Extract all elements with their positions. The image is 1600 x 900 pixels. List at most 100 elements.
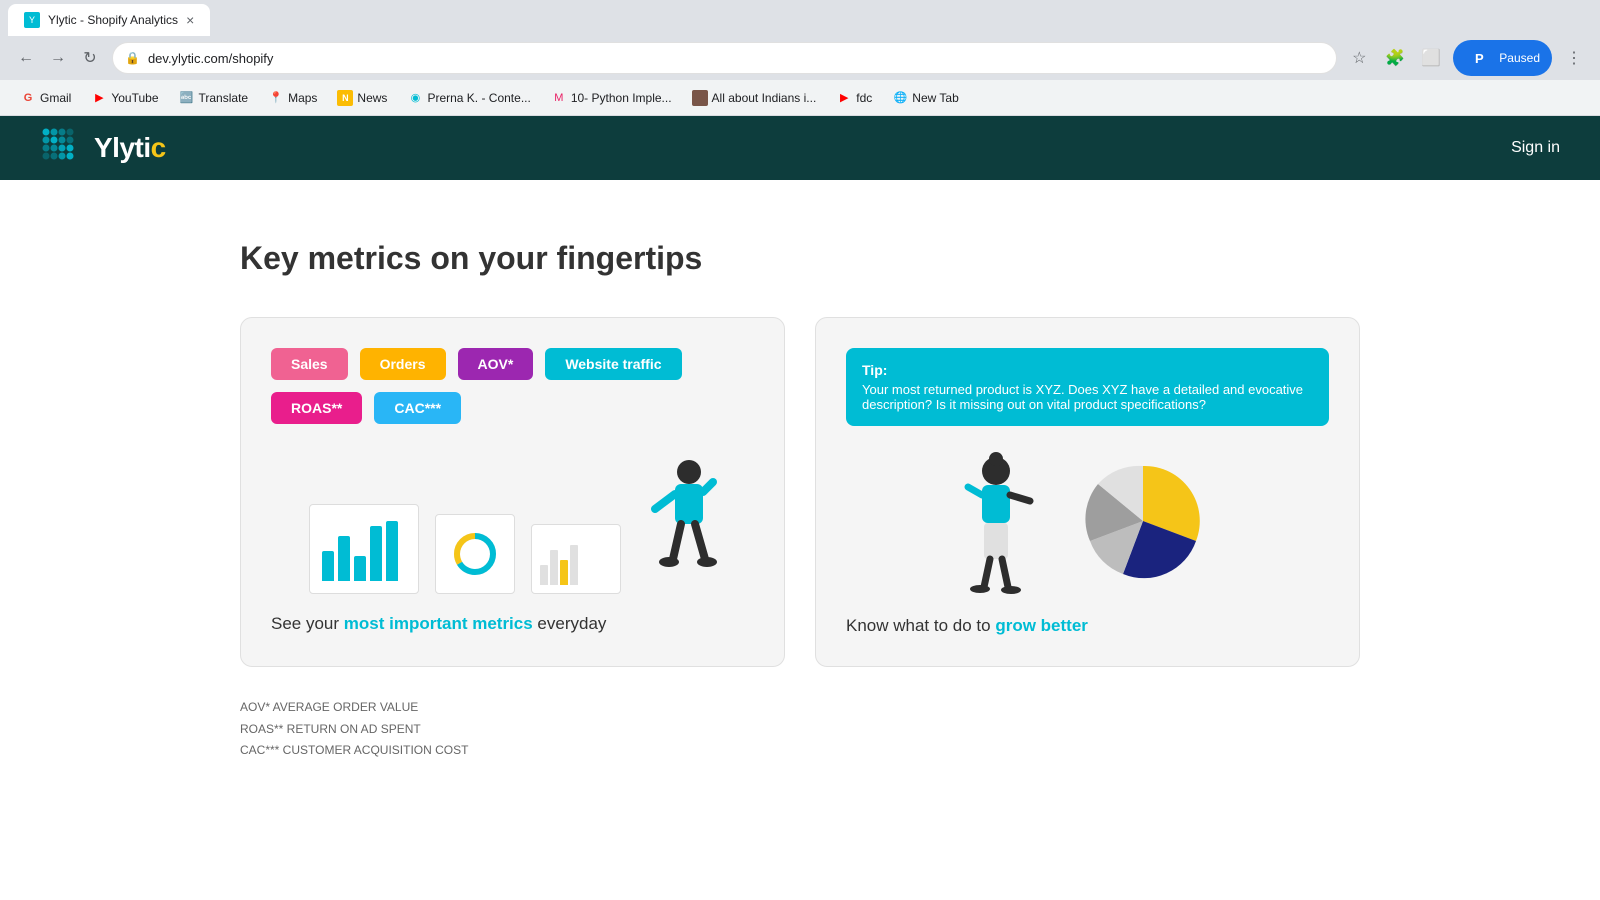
tag-sales[interactable]: Sales <box>271 348 348 380</box>
bookmark-star-icon[interactable]: ☆ <box>1345 44 1373 72</box>
bookmark-indians-label: All about Indians i... <box>712 91 817 105</box>
bookmark-prerna[interactable]: ◉ Prerna K. - Conte... <box>399 86 538 110</box>
tag-roas[interactable]: ROAS** <box>271 392 362 424</box>
card2-caption: Know what to do to grow better <box>846 616 1329 636</box>
mini-chart-widget <box>531 524 621 594</box>
bookmark-maps[interactable]: 📍 Maps <box>260 86 325 110</box>
footnote-roas: ROAS** RETURN ON AD SPENT <box>240 719 1360 741</box>
metrics-tags: Sales Orders AOV* Website traffic ROAS**… <box>271 348 754 424</box>
logo-text-yellow: c <box>151 132 166 163</box>
logo: Ylytic <box>40 126 166 170</box>
bookmark-fdc-label: fdc <box>856 91 872 105</box>
tip-label: Tip: <box>862 362 1313 378</box>
metrics-card: Sales Orders AOV* Website traffic ROAS**… <box>240 317 785 667</box>
bookmark-maps-label: Maps <box>288 91 317 105</box>
refresh-button[interactable]: ↻ <box>76 44 104 72</box>
newtab-icon: 🌐 <box>892 90 908 106</box>
bookmark-gmail-label: Gmail <box>40 91 71 105</box>
tag-orders[interactable]: Orders <box>360 348 446 380</box>
sign-in-button[interactable]: Sign in <box>1511 139 1560 157</box>
bar1 <box>322 551 334 581</box>
tab-close-button[interactable]: × <box>186 12 194 28</box>
bookmark-translate-label: Translate <box>199 91 249 105</box>
card2-caption-highlight: grow better <box>995 616 1088 635</box>
bookmarks-bar: G Gmail ▶ YouTube 🔤 Translate 📍 Maps N N… <box>0 80 1600 116</box>
bookmark-news[interactable]: N News <box>329 86 395 110</box>
card1-caption-highlight: most important metrics <box>344 614 533 633</box>
bar-chart-widget <box>309 504 419 594</box>
news-icon: N <box>337 90 353 106</box>
bookmark-translate[interactable]: 🔤 Translate <box>171 86 257 110</box>
bookmark-youtube-label: YouTube <box>111 91 158 105</box>
card1-illustration <box>271 444 754 594</box>
person-figure <box>637 454 717 594</box>
bookmark-fdc[interactable]: ▶ fdc <box>828 86 880 110</box>
gmail-icon: G <box>20 90 36 106</box>
main-content: Key metrics on your fingertips Sales Ord… <box>200 180 1400 822</box>
lock-icon: 🔒 <box>125 51 140 65</box>
bookmark-python-label: 10- Python Imple... <box>571 91 672 105</box>
nav-buttons: ← → ↻ <box>12 44 104 72</box>
mini-bar4 <box>570 545 578 585</box>
card1-caption-before: See your <box>271 614 344 633</box>
bookmark-youtube[interactable]: ▶ YouTube <box>83 86 166 110</box>
bookmark-indians[interactable]: All about Indians i... <box>684 86 825 110</box>
bar5 <box>386 521 398 581</box>
tag-cac[interactable]: CAC*** <box>374 392 461 424</box>
extensions-icon[interactable]: 🧩 <box>1381 44 1409 72</box>
logo-icon <box>40 126 84 170</box>
card2-illustration <box>846 446 1329 596</box>
tip-box: Tip: Your most returned product is XYZ. … <box>846 348 1329 426</box>
bar3 <box>354 556 366 581</box>
browser-toolbar: ← → ↻ 🔒 dev.ylytic.com/shopify ☆ 🧩 ⬜ P P… <box>0 36 1600 80</box>
footnote-aov: AOV* AVERAGE ORDER VALUE <box>240 697 1360 719</box>
mini-bar2 <box>550 550 558 585</box>
profile-menu-icon[interactable]: ⬜ <box>1417 44 1445 72</box>
fdc-icon: ▶ <box>836 90 852 106</box>
tabs-bar: Y Ylytic - Shopify Analytics × <box>0 0 1600 36</box>
address-bar[interactable]: 🔒 dev.ylytic.com/shopify <box>112 42 1337 74</box>
active-tab[interactable]: Y Ylytic - Shopify Analytics × <box>8 4 210 36</box>
mini-bar1 <box>540 565 548 585</box>
footnote-cac: CAC*** CUSTOMER ACQUISITION COST <box>240 740 1360 762</box>
url-text: dev.ylytic.com/shopify <box>148 51 1324 66</box>
app: Ylytic Sign in Key metrics on your finge… <box>0 116 1600 822</box>
prerna-icon: ◉ <box>407 90 423 106</box>
bar4 <box>370 526 382 581</box>
bookmark-newtab-label: New Tab <box>912 91 958 105</box>
forward-button[interactable]: → <box>44 44 72 72</box>
logo-text-white: Ylyti <box>94 132 151 163</box>
logo-text: Ylytic <box>94 132 166 164</box>
tab-title: Ylytic - Shopify Analytics <box>48 13 178 27</box>
bookmark-prerna-label: Prerna K. - Conte... <box>427 91 530 105</box>
bookmark-news-label: News <box>357 91 387 105</box>
app-header: Ylytic Sign in <box>0 116 1600 180</box>
translate-icon: 🔤 <box>179 90 195 106</box>
python-icon: M <box>551 90 567 106</box>
donut-chart-widget <box>435 514 515 594</box>
page-title: Key metrics on your fingertips <box>240 240 1360 277</box>
profile-avatar: P <box>1465 44 1493 72</box>
indians-icon <box>692 90 708 106</box>
card1-caption-after: everyday <box>533 614 607 633</box>
maps-icon: 📍 <box>268 90 284 106</box>
bookmark-newtab[interactable]: 🌐 New Tab <box>884 86 966 110</box>
browser-chrome: Y Ylytic - Shopify Analytics × ← → ↻ 🔒 d… <box>0 0 1600 116</box>
tip-text: Your most returned product is XYZ. Does … <box>862 382 1313 412</box>
tag-aov[interactable]: AOV* <box>458 348 534 380</box>
pie-chart <box>1068 446 1218 596</box>
card2-caption-before: Know what to do to <box>846 616 995 635</box>
paused-label: Paused <box>1499 51 1540 65</box>
cards-row: Sales Orders AOV* Website traffic ROAS**… <box>240 317 1360 667</box>
bookmark-python[interactable]: M 10- Python Imple... <box>543 86 680 110</box>
paused-button[interactable]: P Paused <box>1453 40 1552 76</box>
card1-caption: See your most important metrics everyday <box>271 614 754 634</box>
bookmark-gmail[interactable]: G Gmail <box>12 86 79 110</box>
back-button[interactable]: ← <box>12 44 40 72</box>
bar2 <box>338 536 350 581</box>
person2-figure <box>958 449 1048 594</box>
tag-website-traffic[interactable]: Website traffic <box>545 348 681 380</box>
more-options-icon[interactable]: ⋮ <box>1560 44 1588 72</box>
mini-bar3 <box>560 560 568 585</box>
footnotes: AOV* AVERAGE ORDER VALUE ROAS** RETURN O… <box>240 697 1360 762</box>
